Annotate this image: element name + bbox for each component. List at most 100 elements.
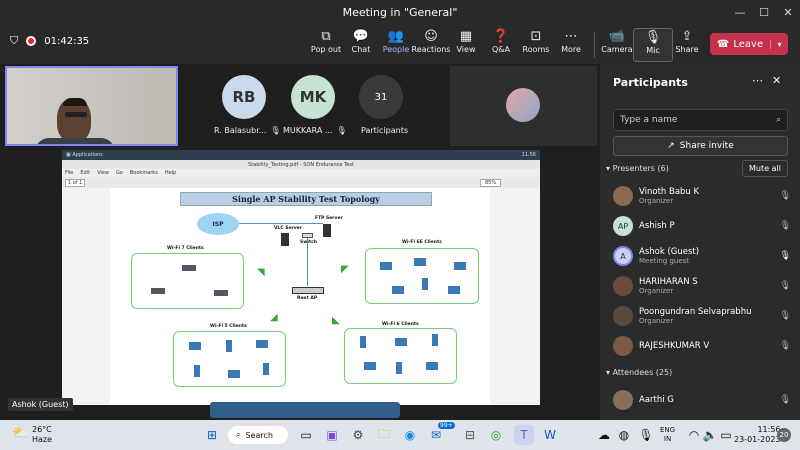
task-view-icon[interactable]: ▭ [296,425,316,445]
switch-label: Switch [300,240,317,245]
minimize-icon[interactable]: — [728,0,752,24]
chat-icon: 💬 [352,29,370,44]
search-icon: ⌕ [236,430,241,439]
participant-video[interactable] [5,66,178,146]
mute-all-button[interactable]: Mute all [742,160,788,177]
people-icon: 👥 [387,29,405,44]
more-options-icon[interactable]: ⋯ [752,74,763,87]
participant-row[interactable]: RAJESHKUMAR V 🎙 [613,334,791,358]
view-button[interactable]: ▦ View [446,28,486,62]
router-icon [214,290,228,296]
phone-icon: ☎ [716,38,730,50]
chrome-icon[interactable]: ◎ [486,425,506,445]
laptop-icon [364,362,376,370]
participants-count[interactable]: 31 [359,75,403,119]
participant-tile[interactable] [450,66,597,146]
ftp-server-icon [323,224,331,237]
remote-taskbar: ▣ Applications 11:56 [62,150,540,160]
participant-row[interactable]: AP Ashish P 🎙 [613,214,791,238]
mic-muted-icon[interactable]: 🎙 [636,425,656,445]
window-titlebar: Meeting in "General" — ☐ ✕ [0,0,800,24]
start-icon[interactable]: ⊞ [202,425,222,445]
settings-icon[interactable]: ⚙ [348,425,368,445]
video-background [7,68,176,144]
mic-off-icon: 🎙 [270,126,281,135]
search-input[interactable]: Type a name ⌕ [613,109,788,131]
mic-off-icon: 🎙 [779,395,791,405]
reactions-button[interactable]: ☺ Reactions [411,28,451,62]
phone-icon [396,362,402,374]
laptop-icon [380,262,392,270]
laptop-icon [414,258,426,266]
weather-widget[interactable]: 26°C Haze [32,425,52,445]
presenters-section[interactable]: ▾ Presenters (6) [606,164,669,173]
taskbar-search[interactable]: ⌕ Search [228,426,288,444]
search-icon: ⌕ [775,115,781,125]
share-invite-button[interactable]: ↗ Share invite [613,136,788,156]
share-button[interactable]: ⇪ Share [667,28,707,62]
router-icon [151,288,165,294]
laptop-icon [454,262,466,270]
qa-icon: ❓ [492,29,510,44]
camera-off-icon: 📹 [608,29,626,44]
laptop-icon [189,342,201,350]
language-indicator[interactable]: ENG IN [660,426,675,444]
vlc-server-icon [281,233,289,246]
person-glasses [65,112,87,117]
avatar-rb[interactable]: RB [222,75,266,119]
people-button[interactable]: 👥 People [376,28,416,62]
chat-button[interactable]: 💬 Chat [341,28,381,62]
root-ap-icon [292,287,324,294]
edge-icon[interactable]: ◉ [400,425,420,445]
phone-icon [432,334,438,346]
participant-row[interactable]: A Ashok (Guest) Meeting guest 🎙 [613,244,791,268]
system-clock[interactable]: 11:56 23-01-2023 [734,425,781,445]
store-icon[interactable]: ⊟ [460,425,480,445]
maximize-icon[interactable]: ☐ [752,0,776,24]
vlc-server-label: VLC Server [274,226,302,231]
link-line [239,223,323,224]
chevron-down-icon[interactable]: ▾ [770,39,788,49]
pop-out-button[interactable]: ⧉ Pop out [306,28,346,62]
close-panel-icon[interactable]: ✕ [772,74,781,87]
participant-row[interactable]: HARIHARAN S Organizer 🎙 [613,274,791,298]
wifi6e-label: Wi-Fi 6E Clients [402,240,442,245]
teams-icon[interactable]: T [514,425,534,445]
file-explorer-icon[interactable]: 🗀 [374,425,394,445]
view-icon: ▦ [459,29,473,44]
shield-icon: ⛉ [10,34,19,47]
attendees-section[interactable]: ▾ Attendees (25) [606,368,672,377]
recording-icon [26,36,37,46]
wifi-icon: ◢ [270,312,278,323]
leave-button[interactable]: ☎ Leave ▾ [710,33,788,55]
user-icon[interactable]: ◍ [614,425,634,445]
teams-chat-icon[interactable]: ▣ [322,425,342,445]
rooms-button[interactable]: ⊡ Rooms [516,28,556,62]
shared-screen[interactable]: ▣ Applications 11:56 Stability_Testing.pd… [62,150,540,405]
participant-row[interactable]: Poongundran Selvaprabhu Organizer 🎙 [613,304,791,328]
more-button[interactable]: ⋯ More [551,28,591,62]
avatar-mk[interactable]: MK [291,75,335,119]
qa-button[interactable]: ❓ Q&A [481,28,521,62]
close-icon[interactable]: ✕ [776,0,800,24]
mic-icon: 🎙 [779,251,791,261]
pdf-menubar: File Edit View Go Bookmarks Help [62,169,540,177]
participant-row[interactable]: Aarthi G 🎙 [613,388,791,412]
ftp-server-label: FTP Server [315,216,343,221]
reactions-icon: ☺ [424,29,438,44]
avatar [613,390,633,410]
word-icon[interactable]: W [540,425,560,445]
mic-off-icon: 🎙 [779,281,791,291]
battery-icon[interactable]: ▭ [716,425,736,445]
remote-dock-bar [210,402,400,418]
pdf-toolbar: 1 of 1 85% [62,177,540,188]
toolbar-divider [594,32,595,58]
wifi5-label: Wi-Fi 5 Clients [210,324,247,329]
notification-count[interactable]: 20 [777,428,791,442]
meeting-timer: 01:42:35 [44,35,90,47]
cloud-icon[interactable]: ☁ [594,425,614,445]
wifi7-group [131,253,244,309]
mic-off-icon: 🎙 [779,311,791,321]
participant-row[interactable]: Vinoth Babu K Organizer 🎙 [613,184,791,208]
camera-button[interactable]: 📹 Camera [597,28,637,62]
